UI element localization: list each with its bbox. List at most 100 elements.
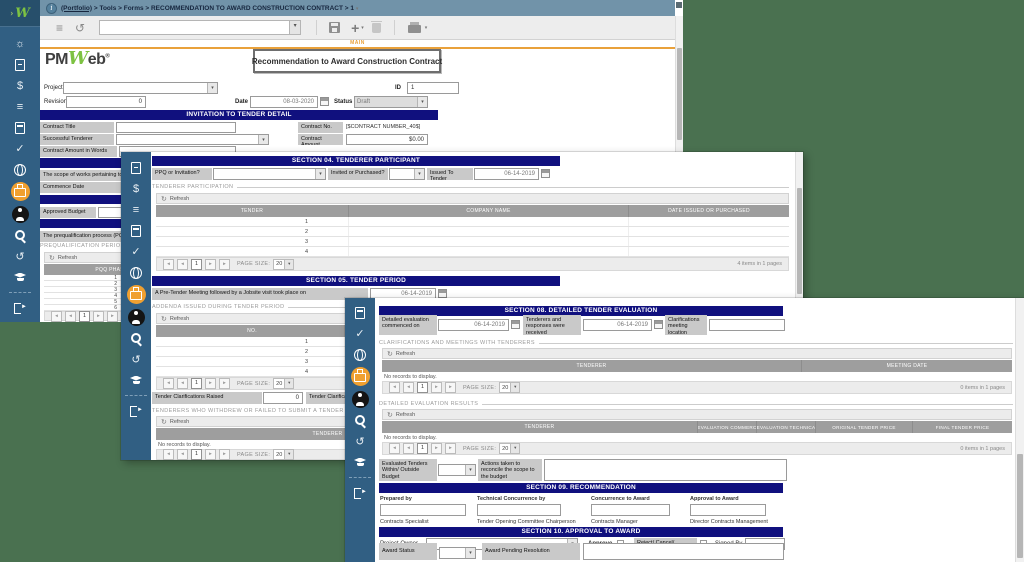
table-row[interactable]: 4 xyxy=(156,247,789,257)
check-icon[interactable]: ✓ xyxy=(12,142,28,156)
prev-page-button[interactable] xyxy=(177,258,188,270)
graduation-cap-icon[interactable] xyxy=(352,456,368,470)
history-icon[interactable]: ↺ xyxy=(352,435,368,449)
history-icon[interactable]: ↺ xyxy=(12,250,28,264)
save-icon[interactable] xyxy=(329,22,341,33)
calculator-icon[interactable] xyxy=(12,121,28,135)
clarifications-raised-input[interactable]: 0 xyxy=(263,392,303,404)
last-page-button[interactable] xyxy=(219,258,230,270)
logout-icon[interactable] xyxy=(352,486,368,500)
briefcase-icon[interactable] xyxy=(350,367,370,386)
calendar-icon[interactable] xyxy=(320,97,329,106)
first-page-button[interactable] xyxy=(163,378,174,389)
print-menu-caret[interactable]: ▾ xyxy=(425,25,428,31)
table-row[interactable]: 1 xyxy=(156,217,789,227)
calculator-icon[interactable] xyxy=(128,224,144,238)
ppq-or-invitation-select[interactable] xyxy=(213,168,326,180)
globe-icon[interactable] xyxy=(128,266,144,280)
first-page-button[interactable] xyxy=(163,449,174,460)
status-select[interactable]: Draft xyxy=(354,96,428,108)
refresh-button[interactable]: Refresh xyxy=(382,348,1012,359)
first-page-button[interactable] xyxy=(389,443,400,454)
search-icon[interactable] xyxy=(12,229,28,243)
next-page-button[interactable] xyxy=(205,449,216,460)
current-page[interactable]: 1 xyxy=(79,310,90,322)
vertical-scrollbar[interactable] xyxy=(1015,298,1024,562)
next-page-button[interactable] xyxy=(205,378,216,389)
concurrence-award-input[interactable] xyxy=(591,504,670,516)
page-size-select[interactable]: 20 xyxy=(273,258,295,270)
contract-amount-input[interactable]: $0.00 xyxy=(346,134,428,145)
contract-title-input[interactable] xyxy=(116,122,236,133)
history-icon[interactable]: ↺ xyxy=(128,353,144,367)
table-row[interactable]: 3 xyxy=(156,237,789,247)
logout-icon[interactable] xyxy=(12,301,28,315)
current-page[interactable]: 1 xyxy=(417,382,428,393)
document-icon[interactable] xyxy=(128,161,144,175)
last-page-button[interactable] xyxy=(219,449,230,460)
last-page-button[interactable] xyxy=(219,378,230,389)
current-page[interactable]: 1 xyxy=(191,258,202,270)
invited-or-purchased-select[interactable] xyxy=(389,168,425,180)
issued-to-tender-date-input[interactable]: 06-14-2019 xyxy=(474,168,539,180)
info-icon[interactable] xyxy=(46,2,57,14)
last-page-button[interactable] xyxy=(445,382,456,393)
undo-icon[interactable]: ↺ xyxy=(75,22,85,34)
calendar-icon[interactable] xyxy=(511,320,520,329)
prev-page-button[interactable] xyxy=(403,382,414,393)
record-selector-combobox[interactable] xyxy=(99,20,302,35)
award-status-select[interactable] xyxy=(439,547,476,559)
approval-award-input[interactable] xyxy=(690,504,766,516)
id-input[interactable]: 1 xyxy=(407,82,459,94)
actions-taken-input[interactable] xyxy=(544,459,787,481)
scrollbar-thumb[interactable] xyxy=(1017,454,1023,558)
calendar-icon[interactable] xyxy=(541,169,550,178)
user-avatar-icon[interactable] xyxy=(11,205,29,223)
prev-page-button[interactable] xyxy=(65,310,76,322)
last-page-button[interactable] xyxy=(107,310,118,322)
next-page-button[interactable] xyxy=(205,258,216,270)
globe-icon[interactable] xyxy=(352,348,368,362)
scrollbar-thumb[interactable] xyxy=(797,188,802,294)
refresh-button[interactable]: Refresh xyxy=(156,193,789,204)
page-size-select[interactable]: 20 xyxy=(273,378,295,389)
next-page-button[interactable] xyxy=(93,310,104,322)
tab-main[interactable]: MAIN xyxy=(350,40,365,47)
check-icon[interactable]: ✓ xyxy=(128,245,144,259)
clarifications-location-input[interactable] xyxy=(709,319,785,331)
graduation-cap-icon[interactable] xyxy=(128,374,144,388)
briefcase-icon[interactable] xyxy=(126,285,146,304)
globe-icon[interactable] xyxy=(12,163,28,177)
scrollbar-thumb[interactable] xyxy=(677,48,682,140)
current-page[interactable]: 1 xyxy=(191,449,202,460)
list-lines-icon[interactable]: ≡ xyxy=(12,100,28,114)
graduation-cap-icon[interactable] xyxy=(12,271,28,285)
user-avatar-icon[interactable] xyxy=(127,308,145,326)
prev-page-button[interactable] xyxy=(403,443,414,454)
first-page-button[interactable] xyxy=(163,258,174,270)
first-page-button[interactable] xyxy=(51,310,62,322)
delete-icon[interactable] xyxy=(370,20,382,33)
briefcase-icon[interactable] xyxy=(10,182,30,201)
technical-concurrence-input[interactable] xyxy=(477,504,561,516)
add-icon[interactable]: + xyxy=(351,21,359,35)
calculator-icon[interactable] xyxy=(352,306,368,320)
detailed-evaluation-date-input[interactable]: 06-14-2019 xyxy=(438,319,509,331)
page-size-select[interactable]: 20 xyxy=(273,449,295,460)
revision-input[interactable]: 0 xyxy=(66,96,146,108)
current-page[interactable]: 1 xyxy=(417,443,428,454)
add-menu-caret[interactable]: ▾ xyxy=(361,25,364,31)
refresh-button[interactable]: Refresh xyxy=(382,409,1012,420)
successful-tenderer-select[interactable] xyxy=(116,134,269,145)
table-row[interactable]: 2 xyxy=(156,227,789,237)
breadcrumb[interactable]: (Portfolio) > Tools > Forms > RECOMMENDA… xyxy=(61,5,360,12)
calendar-icon[interactable] xyxy=(438,289,447,298)
prepared-by-input[interactable] xyxy=(380,504,466,516)
list-view-icon[interactable]: ≡ xyxy=(56,22,63,34)
check-icon[interactable]: ✓ xyxy=(352,327,368,341)
date-input[interactable]: 08-03-2020 xyxy=(250,96,318,108)
pmweb-logo-icon[interactable]: › W xyxy=(0,0,40,27)
prev-page-button[interactable] xyxy=(177,449,188,460)
calendar-icon[interactable] xyxy=(654,320,663,329)
document-icon[interactable] xyxy=(12,58,28,72)
